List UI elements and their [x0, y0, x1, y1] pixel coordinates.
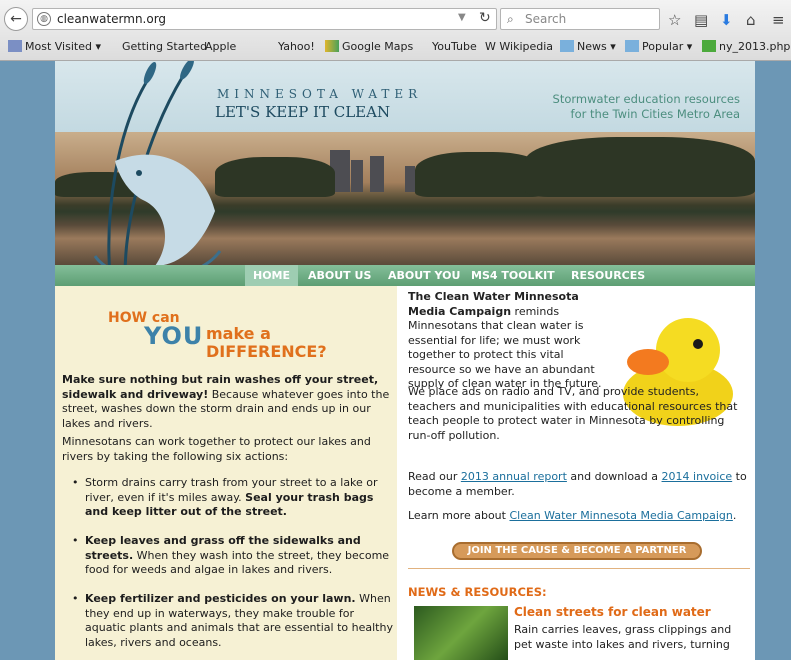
- nav-resources[interactable]: RESOURCES: [563, 265, 653, 286]
- download-icon[interactable]: ⬇: [720, 11, 733, 29]
- bookmark-news[interactable]: News ▾: [560, 40, 616, 53]
- home-icon[interactable]: ⌂: [746, 11, 756, 29]
- nav-about-us[interactable]: ABOUT US: [300, 265, 379, 286]
- nav-home[interactable]: HOME: [245, 265, 299, 286]
- web-page: MINNESOTA WATER LET'S KEEP IT CLEAN Stor…: [55, 61, 755, 660]
- search-icon: ⌕: [507, 12, 514, 26]
- globe-icon: ◍: [37, 12, 51, 26]
- nav-about-you[interactable]: ABOUT YOU: [380, 265, 468, 286]
- bookmark-wikipedia[interactable]: W Wikipedia: [485, 40, 553, 53]
- back-button[interactable]: ←: [4, 7, 28, 31]
- search-placeholder: Search: [525, 12, 567, 26]
- maps-icon: [325, 40, 339, 52]
- nav-ms4-toolkit[interactable]: MS4 TOOLKIT: [463, 265, 563, 286]
- toolbar: ← ◍ cleanwatermn.org ▼ ↻ ⌕ Search ☆ ▤ ⬇ …: [0, 6, 791, 34]
- fish-logo[interactable]: [55, 61, 295, 281]
- wikipedia-icon: W: [485, 40, 496, 53]
- bookmarks-menu-icon[interactable]: ▤: [694, 11, 708, 29]
- bookmark-yahoo[interactable]: Yahoo!: [278, 40, 315, 53]
- bookmark-getting-started[interactable]: Getting Started: [122, 40, 207, 53]
- tagline-line-2: for the Twin Cities Metro Area: [570, 107, 740, 121]
- main-navigation: HOME ABOUT US ABOUT YOU MS4 TOOLKIT RESO…: [55, 265, 755, 286]
- campaign-link[interactable]: Clean Water Minnesota Media Campaign: [509, 509, 732, 522]
- bookmark-youtube[interactable]: YouTube: [432, 40, 477, 53]
- annual-report-link[interactable]: 2013 annual report: [461, 470, 567, 483]
- dropdown-icon[interactable]: ▼: [458, 12, 466, 23]
- folder-icon: [625, 40, 639, 52]
- right-column: The Clean Water Minnesota Media Campaign…: [402, 286, 755, 660]
- report-paragraph: Read our 2013 annual report and download…: [408, 470, 747, 498]
- folder-icon: [560, 40, 574, 52]
- list-item: • Keep fertilizer and pesticides on your …: [72, 592, 393, 649]
- list-item: • Keep leaves and grass off the sidewalks…: [72, 534, 390, 576]
- bookmark-popular[interactable]: Popular ▾: [625, 40, 692, 53]
- divider: [408, 568, 750, 569]
- url-text: cleanwatermn.org: [57, 12, 167, 26]
- news-thumbnail[interactable]: [414, 606, 508, 660]
- bookmark-most-visited[interactable]: Most Visited ▾: [8, 40, 101, 53]
- news-excerpt: Rain carries leaves, grass clippings and…: [514, 623, 732, 651]
- invoice-link[interactable]: 2014 invoice: [662, 470, 733, 483]
- news-heading: NEWS & RESOURCES:: [408, 585, 547, 599]
- menu-icon[interactable]: ≡: [772, 11, 785, 29]
- reload-icon[interactable]: ↻: [479, 10, 491, 26]
- search-input[interactable]: ⌕ Search: [500, 8, 660, 30]
- campaign-intro: The Clean Water Minnesota Media Campaign…: [408, 290, 602, 390]
- bookmark-apple[interactable]: Apple: [205, 40, 236, 53]
- news-title-link[interactable]: Clean streets for clean water: [514, 605, 711, 619]
- heading-make: make a: [206, 324, 271, 343]
- bookmark-google-maps[interactable]: Google Maps: [325, 40, 413, 53]
- list-item: • Storm drains carry trash from your stre…: [72, 476, 378, 518]
- bullet-icon: •: [72, 534, 79, 547]
- bookmark-star-icon[interactable]: ☆: [668, 11, 681, 29]
- ads-paragraph: We place ads on radio and TV, and provid…: [408, 385, 738, 442]
- folder-icon: [8, 40, 22, 52]
- left-column: HOW can YOU make a DIFFERENCE? Make sure…: [55, 286, 397, 660]
- address-bar[interactable]: ◍ cleanwatermn.org ▼ ↻: [32, 8, 497, 30]
- page-icon: [702, 40, 716, 52]
- bullet-icon: •: [72, 476, 79, 489]
- bookmarks-bar: Most Visited ▾ Getting Started Apple Yah…: [0, 37, 791, 59]
- heading-difference: DIFFERENCE?: [206, 342, 327, 361]
- join-partner-button[interactable]: JOIN THE CAUSE & BECOME A PARTNER: [452, 542, 702, 560]
- learn-more-paragraph: Learn more about Clean Water Minnesota M…: [408, 509, 737, 522]
- bullet-icon: •: [72, 592, 79, 605]
- heading-you: YOU: [144, 322, 204, 350]
- browser-chrome: ← ◍ cleanwatermn.org ▼ ↻ ⌕ Search ☆ ▤ ⬇ …: [0, 0, 791, 61]
- tagline-line-1: Stormwater education resources: [552, 92, 740, 106]
- intro-paragraph: Make sure nothing but rain washes off yo…: [62, 373, 390, 430]
- bookmark-ny2013[interactable]: ny_2013.php: [702, 40, 790, 53]
- actions-intro: Minnesotans can work together to protect…: [62, 435, 371, 463]
